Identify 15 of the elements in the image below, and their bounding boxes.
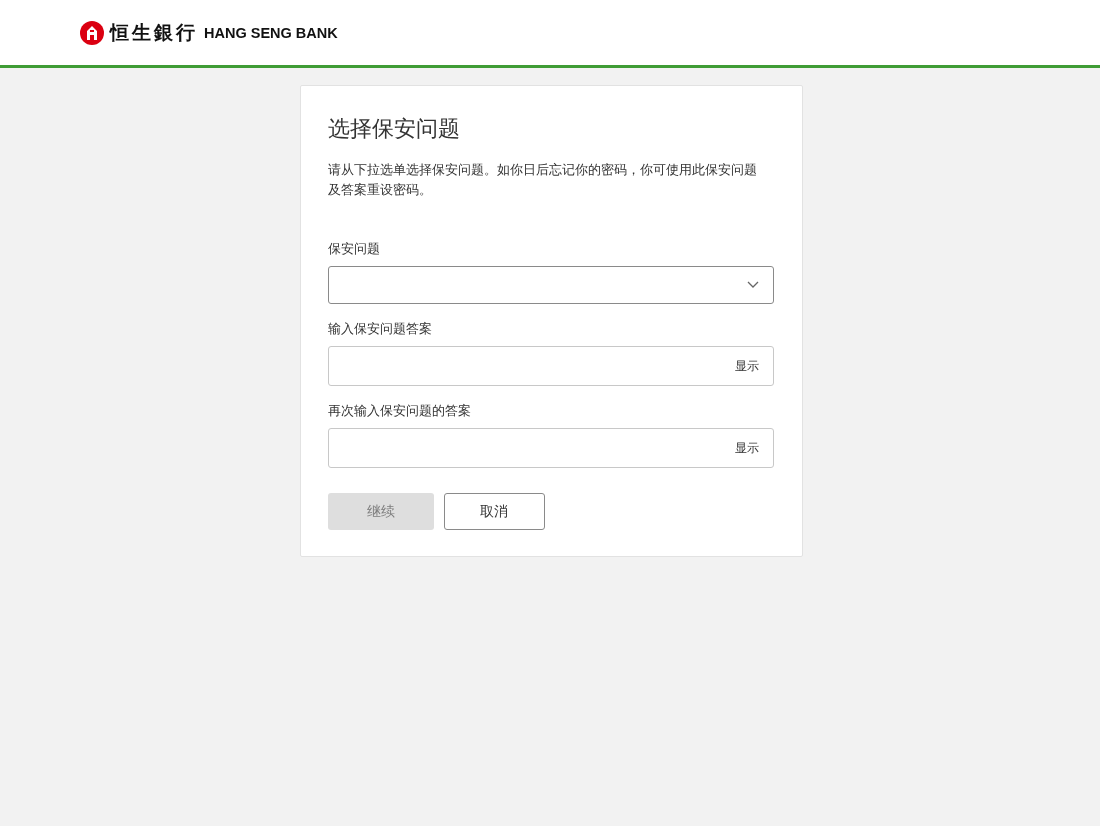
logo-chinese-text: 恒生銀行 [110, 19, 198, 45]
field-label: 再次输入保安问题的答案 [327, 402, 471, 420]
form-description: 请从下拉选单选择保安问题。如你日后忘记你的密码，你可使用此保安问题及答案重设密码。 [327, 161, 758, 199]
show-toggle[interactable]: 显示 [734, 439, 759, 457]
answer-input-field[interactable]: 显示 [327, 346, 774, 386]
form-title: 选择保安问题 [327, 115, 461, 143]
field-label: 保安问题 [327, 240, 380, 258]
show-toggle[interactable]: 显示 [734, 357, 759, 375]
chevron-down-icon [746, 281, 759, 289]
answer-input-field[interactable]: 显示 [327, 428, 774, 468]
field-label: 输入保安问题答案 [327, 320, 432, 338]
cancel-button[interactable]: 取消 [443, 493, 545, 530]
security-question-dropdown[interactable] [327, 266, 774, 304]
logo-english-text: HANG SENG BANK [204, 24, 338, 41]
bank-logo-icon [80, 20, 104, 45]
